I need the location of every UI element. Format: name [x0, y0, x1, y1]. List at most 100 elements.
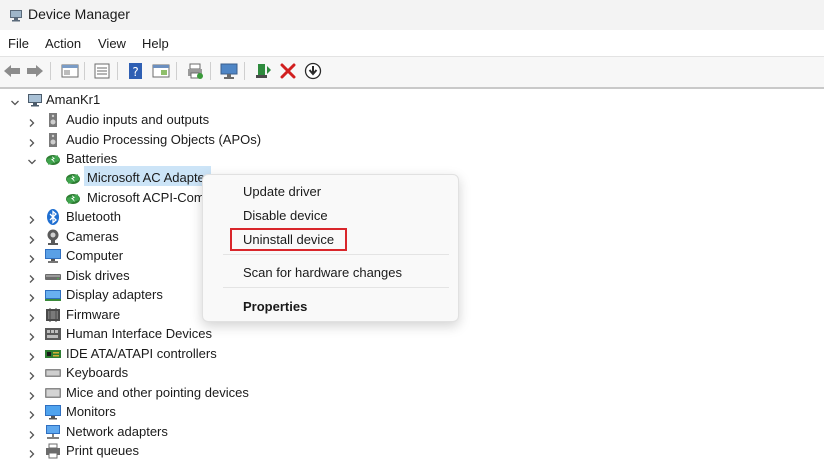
chevron-down-icon[interactable]: [10, 95, 20, 106]
action-window-icon[interactable]: [151, 61, 171, 81]
computer-icon: [44, 247, 62, 265]
chevron-right-icon[interactable]: [27, 349, 37, 361]
tree-item-label: Print queues: [66, 443, 139, 458]
tree-item-label: Bluetooth: [66, 209, 121, 224]
camera-icon: [44, 228, 62, 246]
scan-hardware-menu-item[interactable]: Scan for hardware changes: [243, 265, 402, 280]
tree-item-label: Firmware: [66, 307, 121, 322]
chevron-right-icon[interactable]: [27, 329, 37, 341]
toolbar-separator: [244, 62, 245, 80]
tree-item-label: Microsoft AC Adapter: [87, 170, 210, 185]
ide-controller-icon: [44, 345, 62, 363]
chevron-down-icon[interactable]: [27, 154, 37, 165]
battery-icon: [64, 169, 82, 187]
keyboard-icon: [44, 364, 62, 382]
chevron-right-icon[interactable]: [27, 232, 37, 244]
toolbar-separator: [84, 62, 85, 80]
bluetooth-icon: [44, 208, 62, 226]
tree-item-label: Cameras: [66, 229, 119, 244]
list-view-icon[interactable]: [92, 61, 112, 81]
properties-menu-item[interactable]: Properties: [243, 299, 307, 314]
toolbar: ?: [0, 56, 824, 89]
properties-window-icon[interactable]: [60, 61, 80, 81]
tree-item-label: Batteries: [66, 151, 118, 166]
help-icon[interactable]: ?: [126, 61, 146, 81]
monitor-scan-icon[interactable]: [219, 61, 239, 81]
tree-item-keyboards[interactable]: Keyboards: [0, 363, 300, 383]
menu-bar: File Action View Help: [0, 30, 824, 56]
speaker-icon: [44, 111, 62, 129]
uninstall-x-icon[interactable]: [278, 61, 298, 81]
network-adapter-icon: [44, 423, 62, 441]
menu-help[interactable]: Help: [142, 36, 169, 51]
tree-root-label: AmanKr1: [46, 92, 101, 107]
chevron-right-icon[interactable]: [27, 388, 37, 400]
computer-icon: [26, 91, 44, 109]
mouse-icon: [44, 384, 62, 402]
toolbar-separator: [176, 62, 177, 80]
window-title: Device Manager: [28, 6, 130, 22]
tree-item-human-interface-devices[interactable]: Human Interface Devices: [0, 324, 300, 344]
battery-icon: [44, 150, 62, 168]
add-driver-icon[interactable]: [253, 61, 273, 81]
tree-item-label: Display adapters: [66, 287, 163, 302]
back-arrow-icon[interactable]: [2, 61, 22, 81]
tree-item-microsoft-ac-adapter[interactable]: Microsoft AC Adapter: [0, 168, 215, 188]
forward-arrow-icon[interactable]: [25, 61, 45, 81]
disk-drive-icon: [44, 267, 62, 285]
tree-item-label: Microsoft ACPI-Compliant Control Method …: [87, 190, 215, 205]
uninstall-highlight-box: [230, 228, 347, 251]
chevron-right-icon[interactable]: [27, 427, 37, 439]
tree-item-label: Audio inputs and outputs: [66, 112, 210, 127]
display-adapter-icon: [44, 286, 62, 304]
speaker-icon: [44, 131, 62, 149]
chevron-right-icon[interactable]: [27, 212, 37, 224]
tree-item-monitors[interactable]: Monitors: [0, 402, 300, 422]
disable-device-menu-item[interactable]: Disable device: [243, 208, 328, 223]
tree-item-label: Keyboards: [66, 365, 129, 380]
tree-item-print-queues[interactable]: Print queues: [0, 441, 300, 461]
context-menu: Update driver Disable device Uninstall d…: [202, 174, 459, 322]
toolbar-separator: [50, 62, 51, 80]
firmware-icon: [44, 306, 62, 324]
tree-item-label: Disk drives: [66, 268, 130, 283]
monitor-icon: [44, 403, 62, 421]
menu-divider: [223, 254, 449, 255]
chevron-right-icon[interactable]: [27, 446, 37, 458]
chevron-right-icon[interactable]: [27, 310, 37, 322]
print-icon[interactable]: [185, 61, 205, 81]
tree-item-mice-pointing-devices[interactable]: Mice and other pointing devices: [0, 383, 300, 403]
update-driver-menu-item[interactable]: Update driver: [243, 184, 321, 199]
menu-divider: [223, 287, 449, 288]
tree-root-row[interactable]: AmanKr1: [0, 90, 200, 110]
tree-item-label: Human Interface Devices: [66, 326, 212, 341]
tree-item-network-adapters[interactable]: Network adapters: [0, 422, 300, 442]
chevron-right-icon[interactable]: [27, 368, 37, 380]
tree-item-label: Network adapters: [66, 424, 168, 439]
toolbar-separator: [117, 62, 118, 80]
tree-item-label: Monitors: [66, 404, 116, 419]
chevron-right-icon[interactable]: [27, 271, 37, 283]
chevron-right-icon[interactable]: [27, 251, 37, 263]
title-bar: Device Manager: [0, 0, 824, 30]
tree-item-label: IDE ATA/ATAPI controllers: [66, 346, 217, 361]
svg-text:?: ?: [132, 65, 138, 79]
menu-action[interactable]: Action: [45, 36, 81, 51]
menu-view[interactable]: View: [98, 36, 126, 51]
tree-item-ide-ata-atapi-controllers[interactable]: IDE ATA/ATAPI controllers: [0, 344, 300, 364]
tree-item-label: Audio Processing Objects (APOs): [66, 132, 262, 147]
hid-icon: [44, 325, 62, 343]
battery-icon: [64, 189, 82, 207]
tree-item-label: Mice and other pointing devices: [66, 385, 249, 400]
download-circle-icon[interactable]: [303, 61, 323, 81]
tree-item-label: Computer: [66, 248, 124, 263]
tree-item-audio-inputs-outputs[interactable]: Audio inputs and outputs: [0, 110, 300, 130]
toolbar-separator: [210, 62, 211, 80]
chevron-right-icon[interactable]: [27, 115, 37, 127]
chevron-right-icon[interactable]: [27, 135, 37, 147]
chevron-right-icon[interactable]: [27, 407, 37, 419]
tree-item-audio-processing-objects[interactable]: Audio Processing Objects (APOs): [0, 130, 300, 150]
chevron-right-icon[interactable]: [27, 290, 37, 302]
tree-item-microsoft-acpi-battery[interactable]: Microsoft ACPI-Compliant Control Method …: [0, 188, 215, 208]
menu-file[interactable]: File: [8, 36, 29, 51]
